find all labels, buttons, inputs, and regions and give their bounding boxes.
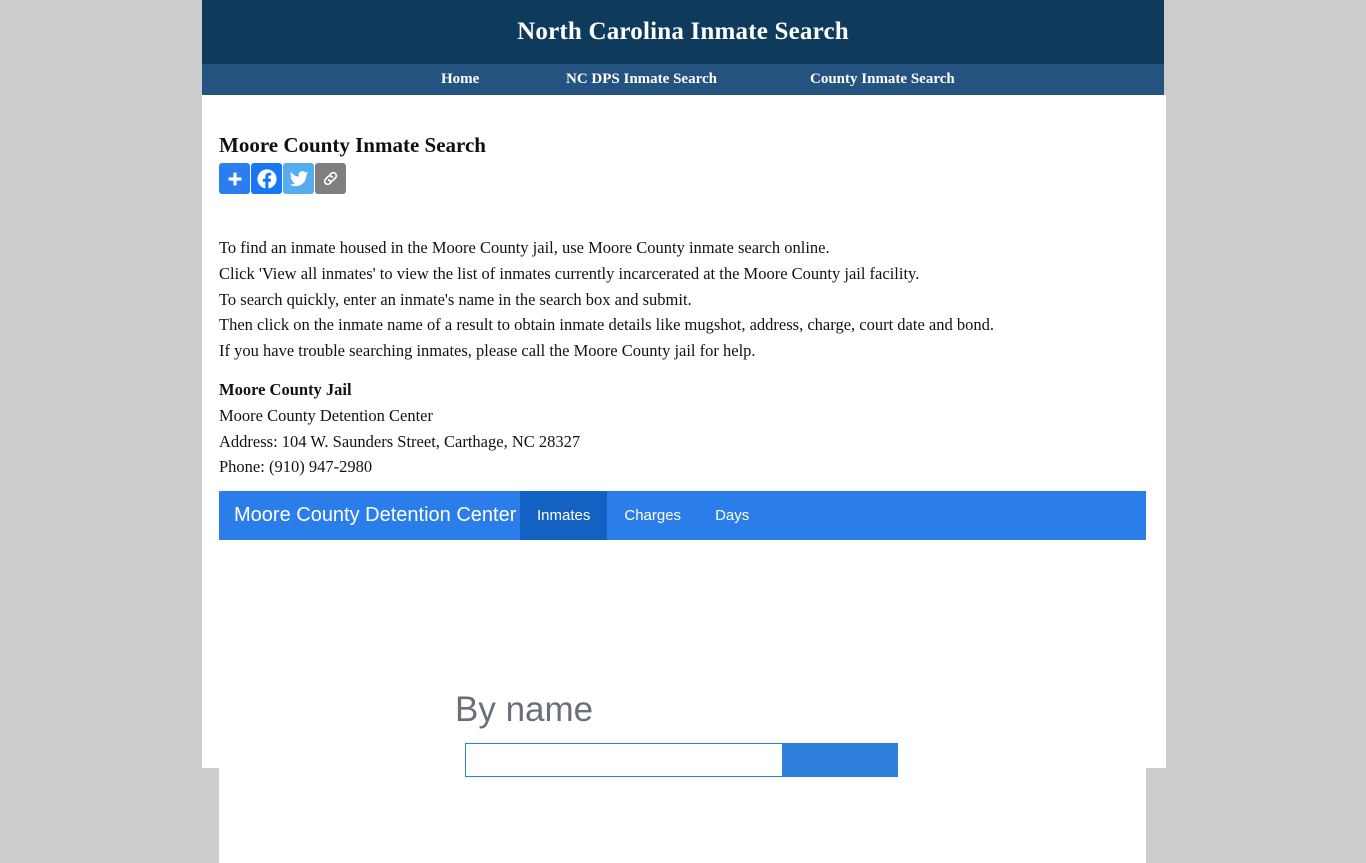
widget-body: By name [219,540,1146,863]
instruction-line: Then click on the inmate name of a resul… [219,315,994,335]
name-search-input[interactable] [465,743,782,777]
twitter-bird-icon [289,169,309,189]
facebook-icon [256,168,278,190]
addthis-share-button[interactable] [219,163,250,194]
instruction-line: Click 'View all inmates' to view the lis… [219,263,920,283]
page-title: Moore County Inmate Search [219,133,486,158]
share-buttons [219,163,346,194]
jail-phone: Phone: (910) 947-2980 [219,457,373,477]
jail-address: Address: 104 W. Saunders Street, Carthag… [219,431,581,451]
search-form [465,743,898,777]
tab-days[interactable]: Days [698,491,766,540]
instruction-line: To find an inmate housed in the Moore Co… [219,238,830,257]
instruction-line: To search quickly, enter an inmate's nam… [219,289,692,309]
widget-tabs: Inmates Charges Days [520,491,766,540]
copy-link-button[interactable] [315,163,346,194]
inmate-search-widget: Moore County Detention Center Inmates Ch… [219,491,1146,863]
facebook-share-button[interactable] [251,163,282,194]
jail-facility-name: Moore County Detention Center [219,405,434,425]
jail-contact-block: Moore County Jail Moore County Detention… [219,377,919,480]
search-submit-button[interactable] [782,743,898,777]
tab-charges[interactable]: Charges [607,491,698,540]
nav-item-county-inmate-search[interactable]: County Inmate Search [810,64,955,95]
instructions-block: To find an inmate housed in the Moore Co… [219,235,1119,364]
search-by-name-heading: By name [455,690,594,729]
instruction-line: If you have trouble searching inmates, p… [219,341,756,361]
nav-item-home[interactable]: Home [441,64,479,95]
plus-icon [226,170,244,188]
site-header: North Carolina Inmate Search [202,0,1164,64]
main-content: Moore County Inmate Search To find an in… [202,95,1166,863]
link-chain-icon [321,169,340,188]
jail-heading: Moore County Jail [219,380,352,399]
twitter-share-button[interactable] [283,163,314,194]
primary-navigation: Home NC DPS Inmate Search County Inmate … [202,64,1164,95]
widget-toolbar: Moore County Detention Center Inmates Ch… [219,491,1146,540]
site-title: North Carolina Inmate Search [517,18,849,45]
nav-item-nc-dps-inmate-search[interactable]: NC DPS Inmate Search [566,64,717,95]
widget-brand-label: Moore County Detention Center [234,504,517,526]
tab-inmates[interactable]: Inmates [520,491,608,540]
page-wrapper: North Carolina Inmate Search Home NC DPS… [202,0,1166,863]
